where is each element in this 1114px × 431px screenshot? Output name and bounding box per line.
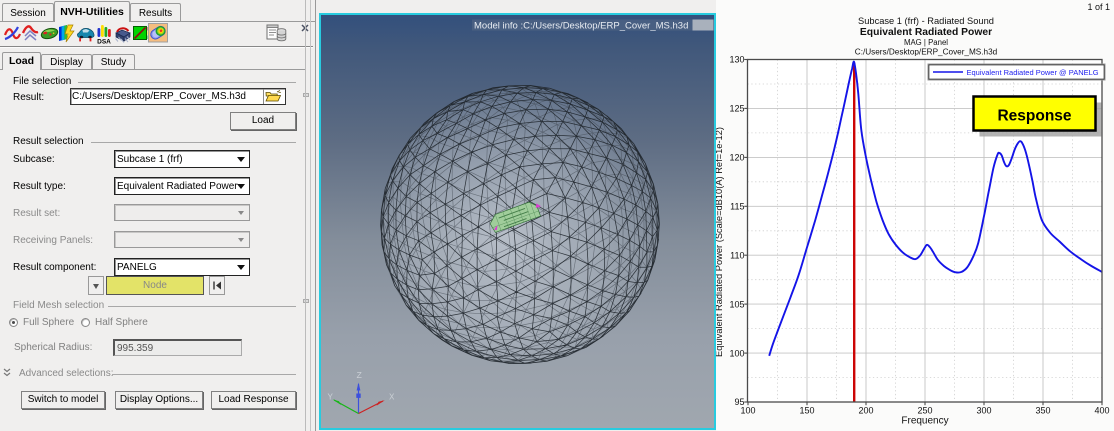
svg-text:115: 115 bbox=[730, 202, 744, 212]
svg-text:Model info :C:/Users/Desktop/E: Model info :C:/Users/Desktop/ERP_Cover_M… bbox=[474, 20, 688, 31]
svg-text:Z: Z bbox=[357, 371, 363, 381]
svg-text:DSA: DSA bbox=[97, 39, 111, 46]
svg-text:200: 200 bbox=[858, 406, 873, 416]
svg-text:105: 105 bbox=[729, 299, 744, 309]
svg-text:250: 250 bbox=[917, 406, 932, 416]
svg-text:C:/Users/Desktop/ERP_Cover_MS.: C:/Users/Desktop/ERP_Cover_MS.h3d bbox=[855, 48, 998, 57]
svg-text:1 of 1: 1 of 1 bbox=[1087, 2, 1110, 12]
svg-text:400: 400 bbox=[1094, 406, 1109, 416]
svg-text:Response: Response bbox=[997, 108, 1071, 125]
svg-text:Y: Y bbox=[328, 393, 334, 403]
svg-text:100: 100 bbox=[740, 406, 755, 416]
svg-text:125: 125 bbox=[729, 104, 744, 114]
svg-text:100: 100 bbox=[729, 348, 744, 358]
svg-text:MAG | Panel: MAG | Panel bbox=[904, 38, 948, 47]
svg-text:Equivalent Radiated Power: Equivalent Radiated Power bbox=[860, 27, 992, 38]
svg-text:Equivalent Radiated Power (Sca: Equivalent Radiated Power (Scale=dB10(A)… bbox=[716, 127, 724, 357]
svg-text:X: X bbox=[389, 393, 395, 403]
svg-text:110: 110 bbox=[730, 250, 744, 260]
svg-text:350: 350 bbox=[1035, 406, 1050, 416]
svg-text:150: 150 bbox=[799, 406, 814, 416]
svg-text:130: 130 bbox=[729, 55, 744, 65]
svg-text:120: 120 bbox=[729, 153, 744, 163]
svg-text:300: 300 bbox=[976, 406, 991, 416]
svg-text:Frequency: Frequency bbox=[901, 416, 948, 427]
svg-text:Equivalent Radiated Power @ PA: Equivalent Radiated Power @ PANELG bbox=[967, 68, 1099, 77]
svg-text:Subcase 1 (frf) - Radiated Sou: Subcase 1 (frf) - Radiated Sound bbox=[858, 16, 994, 26]
